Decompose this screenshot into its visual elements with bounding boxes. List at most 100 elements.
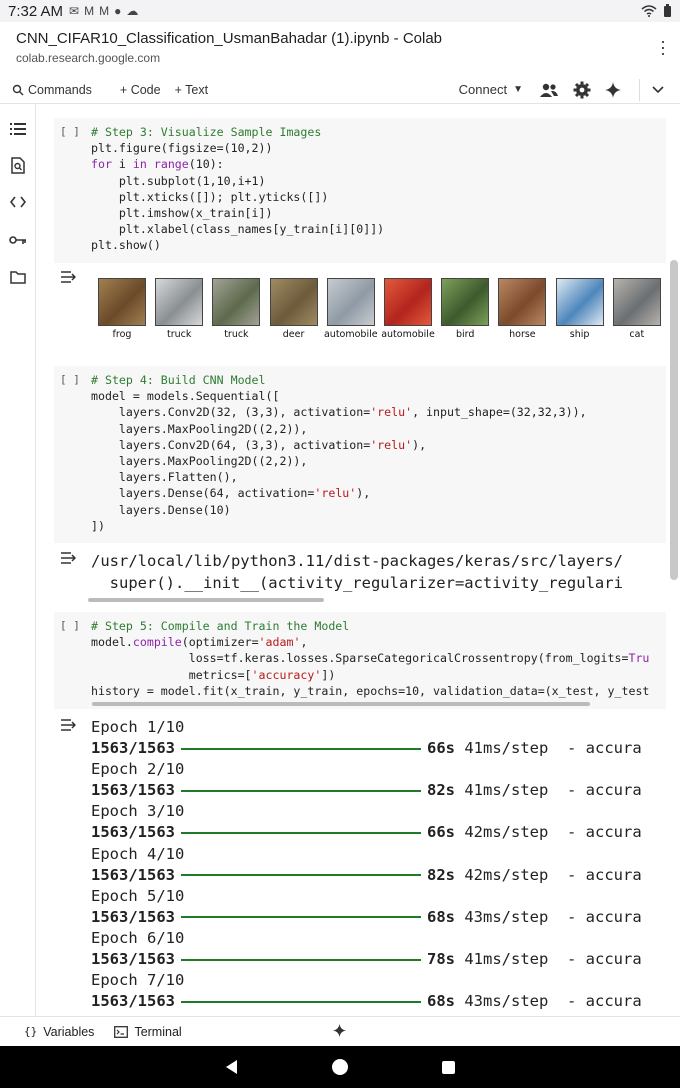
code-token: range — [153, 157, 189, 172]
epoch-step-time: 42ms/step — [455, 823, 549, 842]
sample-image-label: ship — [569, 329, 590, 340]
code-token: metrics=[ — [91, 667, 252, 682]
connect-button[interactable]: Connect — [459, 82, 507, 97]
cell-source[interactable]: # Step 5: Compile and Train the Model mo… — [91, 618, 649, 699]
code-token: model = models.Sequential([ — [91, 389, 280, 404]
code-token: plt.subplot(1,10,i+1) — [91, 173, 266, 188]
code-cell-train-model[interactable]: [ ] # Step 5: Compile and Train the Mode… — [54, 612, 666, 709]
code-token: plt.xticks([]); plt.yticks([]) — [91, 189, 329, 204]
add-code-button[interactable]: + Code — [120, 83, 161, 97]
collapse-chevron-icon[interactable] — [652, 83, 664, 97]
epoch-progress-line: 1563/1563 68s 43ms/step - accura — [91, 907, 666, 928]
warning-line: /usr/local/lib/python3.11/dist-packages/… — [91, 552, 623, 570]
code-token: (optimizer= — [181, 635, 259, 650]
more-options-icon[interactable]: · · · — [660, 32, 666, 62]
variables-button[interactable]: {} Variables — [24, 1025, 94, 1039]
epoch-time: 78s — [427, 950, 455, 969]
code-token: loss=tf.keras.losses.SparseCategoricalCr… — [91, 651, 629, 666]
warning-line: super().__init__(activity_regularizer=ac… — [91, 574, 623, 592]
epoch-time: 66s — [427, 823, 455, 842]
epoch-progress-line: 1563/1563 66s 42ms/step - accura — [91, 822, 666, 843]
search-icon — [12, 84, 24, 95]
sample-image-label: truck — [166, 329, 192, 340]
terminal-label: Terminal — [134, 1024, 182, 1039]
code-token: compile — [132, 635, 182, 650]
progress-bar — [181, 874, 421, 877]
epoch-metrics: - accura — [548, 992, 642, 1011]
gemini-sparkle-icon[interactable] — [333, 1024, 346, 1040]
code-token: layers.MaxPooling2D((2,2)), — [91, 421, 308, 436]
find-in-notebook-icon[interactable] — [9, 156, 27, 174]
share-people-icon[interactable] — [539, 82, 559, 98]
run-cell-button[interactable]: [ ] — [60, 372, 80, 388]
warning-output: /usr/local/lib/python3.11/dist-packages/… — [91, 550, 666, 594]
code-token: plt.show() — [91, 238, 161, 253]
progress-count: 1563/1563 — [91, 781, 175, 800]
epoch-step-time: 43ms/step — [455, 992, 549, 1011]
secrets-key-icon[interactable] — [9, 231, 27, 249]
progress-bar — [181, 1000, 421, 1003]
progress-bar — [181, 747, 421, 750]
table-of-contents-icon[interactable] — [9, 120, 27, 138]
commands-button[interactable]: Commands — [12, 83, 92, 97]
epoch-progress-line: 1563/1563 82s 41ms/step - accura — [91, 780, 666, 801]
code-token: 'relu' — [314, 486, 357, 501]
code-token: layers.Flatten(), — [91, 470, 238, 485]
code-cell-visualize[interactable]: [ ] # Step 3: Visualize Sample Images pl… — [54, 118, 666, 263]
code-cell-build-model[interactable]: [ ] # Step 4: Build CNN Model model = mo… — [54, 366, 666, 543]
toolbar-icons — [539, 81, 621, 99]
cell-source[interactable]: # Step 4: Build CNN Model model = models… — [91, 372, 587, 534]
page-url[interactable]: colab.research.google.com — [16, 51, 664, 65]
code-token: 'adam' — [258, 635, 301, 650]
code-token: plt.imshow(x_train[i]) — [91, 206, 273, 221]
add-text-button[interactable]: + Text — [175, 83, 208, 97]
progress-count: 1563/1563 — [91, 739, 175, 758]
sample-image-label: truck — [224, 329, 249, 340]
progress-bar — [181, 916, 421, 919]
cell-source[interactable]: # Step 3: Visualize Sample Images plt.fi… — [91, 124, 384, 254]
epoch-step-time: 42ms/step — [455, 865, 549, 884]
run-cell-button[interactable]: [ ] — [60, 618, 80, 634]
wifi-icon — [641, 5, 657, 17]
output-toggle-icon[interactable] — [60, 270, 77, 287]
code-token: 'relu' — [370, 405, 413, 420]
epoch-step-time: 43ms/step — [455, 907, 549, 926]
notebook-vertical-scrollbar[interactable] — [670, 260, 678, 580]
files-folder-icon[interactable] — [9, 268, 27, 286]
output-horizontal-scrollbar[interactable] — [88, 598, 324, 602]
output-toggle-icon[interactable] — [60, 718, 77, 735]
connect-dropdown-icon[interactable]: ▼ — [513, 84, 523, 95]
app-icon: ● — [114, 4, 122, 18]
sample-image-truck — [155, 278, 204, 326]
cloud-icon: ☁ — [126, 4, 139, 18]
settings-gear-icon[interactable] — [573, 81, 591, 99]
epoch-metrics: - accura — [548, 781, 642, 800]
page-title: CNN_CIFAR10_Classification_UsmanBahadar … — [16, 30, 443, 47]
back-icon[interactable] — [226, 1060, 237, 1074]
sample-image-label: automobile — [323, 329, 378, 340]
code-snippets-icon[interactable] — [9, 193, 27, 211]
epoch-time: 66s — [427, 739, 455, 758]
commands-label: Commands — [28, 82, 92, 97]
code-token: layers.MaxPooling2D((2,2)), — [91, 454, 308, 469]
output-toggle-icon[interactable] — [60, 551, 77, 568]
progress-count: 1563/1563 — [91, 907, 175, 926]
home-icon[interactable] — [332, 1059, 348, 1075]
cell-horizontal-scrollbar[interactable] — [92, 702, 590, 706]
code-token: layers.Dense(10) — [91, 502, 231, 517]
browser-title-bar: CNN_CIFAR10_Classification_UsmanBahadar … — [0, 22, 680, 74]
sample-image-frog — [98, 278, 146, 326]
epoch-time: 68s — [427, 907, 455, 926]
recent-apps-icon[interactable] — [442, 1061, 455, 1074]
code-token: layers.Conv2D(64, (3,3), activation= — [91, 437, 371, 452]
code-token: ), — [412, 437, 427, 452]
bottom-bar: {} Variables Terminal — [0, 1016, 680, 1046]
epoch-step-time: 41ms/step — [455, 739, 549, 758]
progress-bar — [181, 958, 421, 961]
terminal-button[interactable]: Terminal — [114, 1024, 182, 1039]
variables-label: Variables — [43, 1024, 95, 1039]
gemini-sparkle-icon[interactable] — [605, 81, 621, 98]
sample-image-automobile — [326, 278, 375, 326]
epoch-progress-line: 1563/1563 66s 41ms/step - accura — [91, 738, 666, 759]
run-cell-button[interactable]: [ ] — [60, 124, 80, 140]
